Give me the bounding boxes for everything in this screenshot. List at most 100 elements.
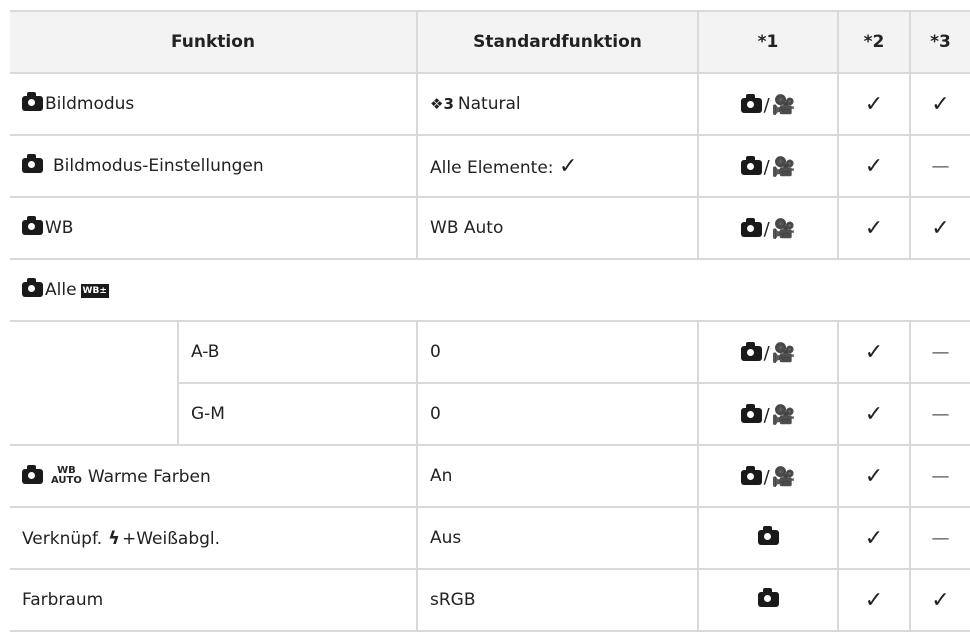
header-standardfunktion: Standardfunktion [416, 10, 699, 74]
dash-icon: — [931, 403, 950, 425]
note2-cell: ✓ [837, 569, 911, 632]
default-cell: sRGB [416, 569, 699, 632]
camera-icon [22, 278, 43, 297]
default-cell: An [416, 445, 699, 508]
default-value: Aus [430, 528, 462, 548]
table-row: WB AUTO Warme Farben An / 🎥 ✓ — [10, 445, 970, 508]
checkmark-icon: ✓ [558, 153, 578, 179]
function-label: Verknüpf. [22, 528, 103, 549]
camera-icon [22, 464, 43, 484]
default-value: 0 [430, 404, 441, 424]
movie-camera-icon: 🎥 [771, 465, 796, 488]
table-row: WB WB Auto / 🎥 ✓ ✓ [10, 197, 970, 260]
checkmark-icon: ✓ [864, 215, 884, 241]
default-value: WB Auto [430, 218, 504, 238]
sub-function-label: A-B [191, 342, 220, 362]
scope-cell: / 🎥 [697, 197, 839, 260]
indent-cell [10, 321, 178, 446]
default-value: 0 [430, 342, 441, 362]
picture-mode-icon: ❖3 [430, 95, 454, 113]
table-row: Bildmodus-Einstellungen Alle Elemente: ✓… [10, 135, 970, 198]
dash-icon: — [931, 155, 950, 177]
sub-function-cell: G-M [176, 383, 418, 446]
movie-camera-icon: 🎥 [771, 93, 796, 116]
note3-cell: ✓ [909, 197, 970, 260]
camera-icon [740, 155, 762, 175]
camera-icon [740, 465, 762, 485]
function-cell: WB AUTO Warme Farben [10, 445, 418, 508]
checkmark-icon: ✓ [931, 587, 950, 613]
default-value: sRGB [430, 590, 476, 610]
note2-cell: ✓ [837, 507, 911, 570]
function-label: WB [45, 218, 74, 238]
flash-icon: ϟ [108, 527, 120, 549]
wb-auto-icon: WB AUTO [51, 464, 82, 486]
camera-icon [757, 526, 779, 545]
function-label: Bildmodus-Einstellungen [53, 156, 264, 176]
checkmark-icon: ✓ [864, 401, 884, 427]
dash-icon: — [931, 341, 950, 363]
camera-icon [22, 216, 43, 235]
checkmark-icon: ✓ [864, 525, 884, 551]
function-cell: Farbraum [10, 569, 418, 632]
checkmark-icon: ✓ [931, 215, 950, 241]
movie-camera-icon: 🎥 [771, 155, 796, 178]
function-label: Warme Farben [87, 466, 211, 487]
camera-icon [740, 93, 762, 113]
sub-function-cell: A-B [176, 321, 418, 384]
note2-cell: ✓ [837, 321, 911, 384]
camera-icon [740, 217, 762, 237]
scope-cell: / 🎥 [697, 135, 839, 198]
table-row: Farbraum sRGB ✓ ✓ [10, 569, 970, 632]
note3-cell: — [909, 445, 970, 508]
dash-icon: — [931, 465, 950, 487]
default-value: Alle Elemente: [430, 157, 554, 178]
camera-icon [740, 403, 762, 423]
header-note-1: *1 [697, 10, 839, 74]
function-cell: Alle WB± [10, 259, 970, 322]
note3-cell: — [909, 507, 970, 570]
table-row: A-B 0 /🎥 ✓ — [10, 321, 970, 446]
header-funktion: Funktion [10, 10, 418, 74]
sub-function-label: G-M [191, 404, 225, 424]
default-cell: 0 [416, 383, 699, 446]
function-label-suffix: +Weißabgl. [121, 528, 221, 549]
function-cell: WB [10, 197, 418, 260]
default-cell: WB Auto [416, 197, 699, 260]
function-label: Bildmodus [45, 94, 135, 114]
table-header-row: Funktion Standardfunktion *1 *2 *3 [10, 10, 970, 74]
camera-icon [740, 341, 762, 361]
note2-cell: ✓ [837, 73, 911, 136]
movie-camera-icon: 🎥 [771, 341, 796, 364]
note3-cell: — [909, 321, 970, 384]
checkmark-icon: ✓ [864, 91, 884, 117]
scope-cell [697, 507, 839, 570]
scope-cell: / 🎥 [697, 73, 839, 136]
function-cell: Verknüpf. ϟ +Weißabgl. [10, 507, 418, 570]
function-label: Alle [45, 280, 77, 300]
default-value: Natural [457, 94, 521, 114]
table-row-group: Alle WB± [10, 259, 970, 322]
scope-cell [697, 569, 839, 632]
note2-cell: ✓ [837, 135, 911, 198]
default-cell: ❖3 Natural [416, 73, 699, 136]
camera-icon [22, 92, 43, 111]
header-note-2: *2 [837, 10, 911, 74]
note3-cell: — [909, 135, 970, 198]
note2-cell: ✓ [837, 383, 911, 446]
default-cell: 0 [416, 321, 699, 384]
wb-compensation-icon: WB± [80, 284, 109, 298]
note2-cell: ✓ [837, 197, 911, 260]
scope-cell: / 🎥 [697, 445, 839, 508]
default-cell: Aus [416, 507, 699, 570]
note3-cell: ✓ [909, 569, 970, 632]
function-cell: Bildmodus-Einstellungen [10, 135, 418, 198]
note3-cell: — [909, 383, 970, 446]
camera-icon [22, 154, 43, 173]
default-cell: Alle Elemente: ✓ [416, 135, 699, 198]
checkmark-icon: ✓ [864, 587, 884, 613]
function-label: Farbraum [22, 590, 104, 610]
checkmark-icon: ✓ [864, 339, 884, 365]
table-row: Bildmodus ❖3 Natural / 🎥 ✓ ✓ [10, 73, 970, 136]
function-cell: Bildmodus [10, 73, 418, 136]
